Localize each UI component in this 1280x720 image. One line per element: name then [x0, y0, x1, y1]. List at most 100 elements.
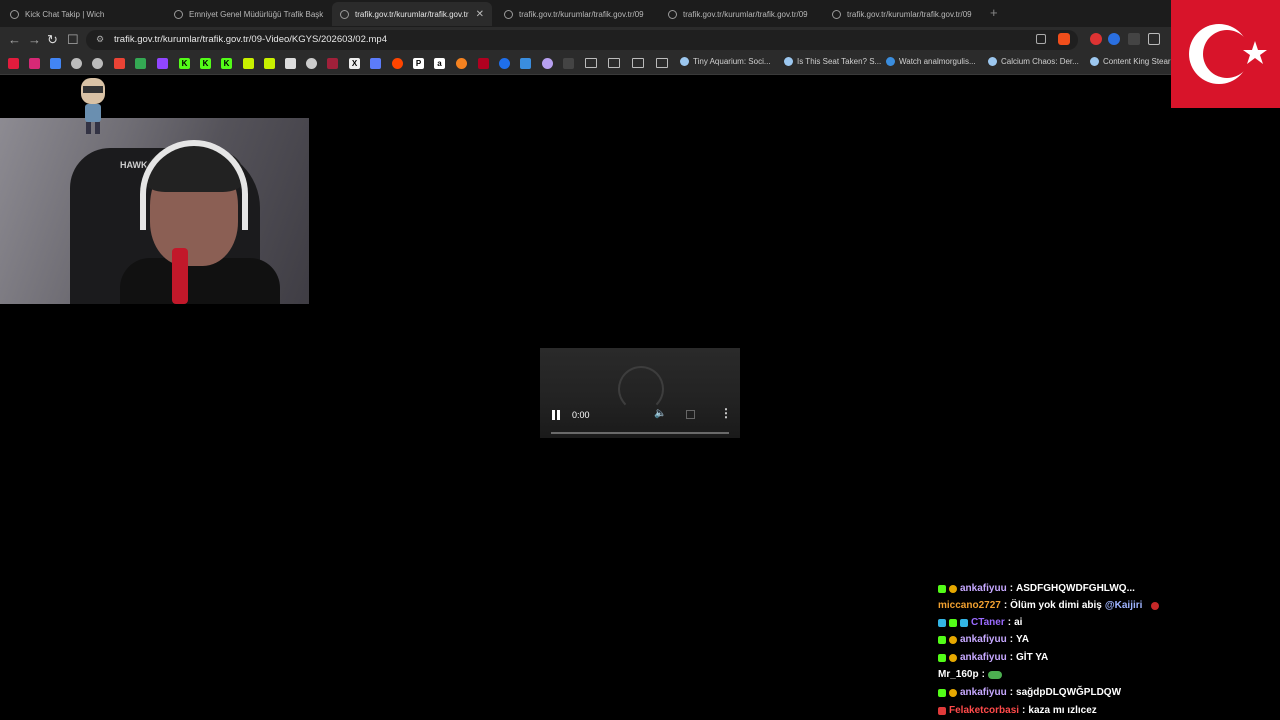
chat-username[interactable]: Felaketcorbasi — [949, 705, 1019, 716]
share-icon[interactable] — [1036, 34, 1046, 44]
amazon-icon[interactable]: a — [434, 58, 445, 69]
drive-icon[interactable] — [135, 58, 146, 69]
kick-icon[interactable]: K — [200, 58, 211, 69]
reload-button[interactable]: ↻ — [47, 31, 58, 49]
pause-button[interactable] — [552, 410, 561, 420]
reddit-icon[interactable] — [392, 58, 403, 69]
extension-wave-icon[interactable] — [1108, 33, 1120, 45]
kick-badge-icon — [938, 706, 946, 715]
fullscreen-button[interactable] — [686, 410, 695, 419]
browser-toolbar: ← → ↻ ☐ ⚙ trafik.gov.tr/kurumlar/trafik.… — [0, 27, 1280, 53]
ublock-icon[interactable] — [1090, 33, 1102, 45]
folder-icon[interactable] — [585, 58, 597, 68]
bookmark-calcium-chaos[interactable]: Calcium Chaos: Der... — [988, 57, 1079, 66]
tab-video-2[interactable]: trafik.gov.tr/kurumlar/trafik.gov.tr/09 — [496, 2, 656, 26]
chat-message: Felaketcorbasi : kaza mı ızlıcez — [938, 702, 1097, 719]
brave-shield-icon[interactable] — [1058, 33, 1070, 45]
globe-icon[interactable] — [71, 58, 82, 69]
anchor-icon[interactable] — [285, 58, 296, 69]
steam-icon — [988, 57, 997, 66]
extension-game-icon[interactable] — [1148, 33, 1160, 45]
progress-bar[interactable] — [551, 432, 729, 434]
chat-text: kaza mı ızlıcez — [1028, 705, 1097, 716]
kick-badge-icon — [938, 688, 946, 697]
bookmark-tiny-aquarium[interactable]: Tiny Aquarium: Soci... — [680, 57, 771, 66]
globe-icon — [832, 9, 841, 19]
chat-text: GİT YA — [1016, 652, 1049, 663]
forward-button[interactable]: → — [28, 31, 41, 49]
chat-mention[interactable]: @Kaijiri — [1105, 600, 1143, 611]
folder-icon[interactable] — [632, 58, 644, 68]
tab-emniyet[interactable]: Emniyet Genel Müdürlüğü Trafik Başk — [166, 2, 330, 26]
extension-icon[interactable] — [1128, 33, 1140, 45]
close-tab-icon[interactable]: ✕ — [476, 9, 484, 20]
translate-icon[interactable] — [50, 58, 61, 69]
chat-message: ankafiyuu : GİT YA — [938, 649, 1048, 666]
chat-text: ASDFGHQWDFGHLWQ... — [1016, 583, 1135, 594]
address-bar[interactable]: ⚙ trafik.gov.tr/kurumlar/trafik.gov.tr/0… — [86, 30, 1078, 50]
chat-username[interactable]: ankafiyuu — [960, 687, 1007, 698]
bookmark-button[interactable]: ☐ — [67, 31, 79, 49]
chat-username[interactable]: ankafiyuu — [960, 652, 1007, 663]
sub-badge-icon — [949, 688, 957, 697]
chat-message: miccano2727 : Ölüm yok dimi abiş @Kaijir… — [938, 597, 1160, 614]
instagram-icon[interactable] — [29, 58, 40, 69]
bookmark-seat-taken[interactable]: Is This Seat Taken? S... — [784, 57, 881, 66]
folder-icon[interactable] — [608, 58, 620, 68]
volume-icon[interactable]: 🔈 — [654, 408, 666, 419]
url-text: trafik.gov.tr/kurumlar/trafik.gov.tr/09-… — [114, 34, 387, 45]
openai-icon[interactable] — [306, 58, 317, 69]
app-icon[interactable] — [563, 58, 574, 69]
mascot-sticker — [81, 78, 105, 134]
patreon-icon[interactable]: P — [413, 58, 424, 69]
bookmark-watch[interactable]: Watch analmorgulis... — [886, 57, 976, 66]
frog-emote-icon — [987, 670, 1002, 679]
chat-username[interactable]: miccano2727 — [938, 600, 1001, 611]
chat-text: ai — [1014, 617, 1023, 628]
playback-time: 0:00 — [572, 410, 590, 420]
tab-active-video[interactable]: trafik.gov.tr/kurumlar/trafik.gov.tr ✕ — [332, 2, 492, 26]
app-icon[interactable] — [520, 58, 531, 69]
folder-icon[interactable] — [656, 58, 668, 68]
kick-icon[interactable]: K — [179, 58, 190, 69]
extension-icon[interactable] — [243, 58, 254, 69]
tab-kick-chat[interactable]: Kick Chat Takip | Wich — [2, 2, 162, 26]
play-icon[interactable] — [499, 58, 510, 69]
globe-icon[interactable] — [92, 58, 103, 69]
twitch-icon[interactable] — [157, 58, 168, 69]
flag-crescent-star-icon — [1189, 24, 1267, 84]
netflix-icon[interactable] — [478, 58, 489, 69]
app-icon[interactable] — [456, 58, 467, 69]
gmail-icon[interactable] — [114, 58, 125, 69]
video-player[interactable]: 0:00 🔈 ⋮ — [540, 348, 740, 438]
chat-username[interactable]: ankafiyuu — [960, 634, 1007, 645]
sport-icon[interactable] — [327, 58, 338, 69]
chat-text: sağdpDLQWĞPLDQW — [1016, 687, 1122, 698]
sub-badge-icon — [949, 635, 957, 644]
app-icon[interactable] — [370, 58, 381, 69]
steam-icon — [1090, 57, 1099, 66]
tab-label: Emniyet Genel Müdürlüğü Trafik Başk — [189, 9, 324, 19]
x-icon[interactable]: X — [349, 58, 360, 69]
more-options-button[interactable]: ⋮ — [720, 406, 732, 420]
globe-icon — [174, 9, 183, 19]
chat-username[interactable]: ankafiyuu — [960, 583, 1007, 594]
app-icon — [886, 57, 895, 66]
tab-video-3[interactable]: trafik.gov.tr/kurumlar/trafik.gov.tr/09 — [660, 2, 820, 26]
new-tab-button[interactable]: + — [990, 5, 998, 20]
tab-video-4[interactable]: trafik.gov.tr/kurumlar/trafik.gov.tr/09 — [824, 2, 984, 26]
chat-username[interactable]: CTaner — [971, 617, 1005, 628]
bookmark-content-king[interactable]: Content King Stear — [1090, 57, 1171, 66]
extension-icon[interactable] — [264, 58, 275, 69]
tab-label: trafik.gov.tr/kurumlar/trafik.gov.tr/09 — [847, 9, 972, 19]
chat-text: Ölüm yok dimi abiş — [1010, 600, 1102, 611]
app-icon[interactable] — [542, 58, 553, 69]
chat-overlay: ankafiyuu : ASDFGHQWDFGHLWQ... miccano27… — [938, 580, 1238, 720]
back-button[interactable]: ← — [8, 31, 21, 49]
site-info-icon[interactable]: ⚙ — [96, 34, 104, 45]
chat-username[interactable]: Mr_160p — [938, 669, 979, 680]
youtube-icon[interactable] — [8, 58, 19, 69]
kick-icon[interactable]: K — [221, 58, 232, 69]
steam-icon — [680, 57, 689, 66]
kick-badge-icon — [938, 635, 946, 644]
